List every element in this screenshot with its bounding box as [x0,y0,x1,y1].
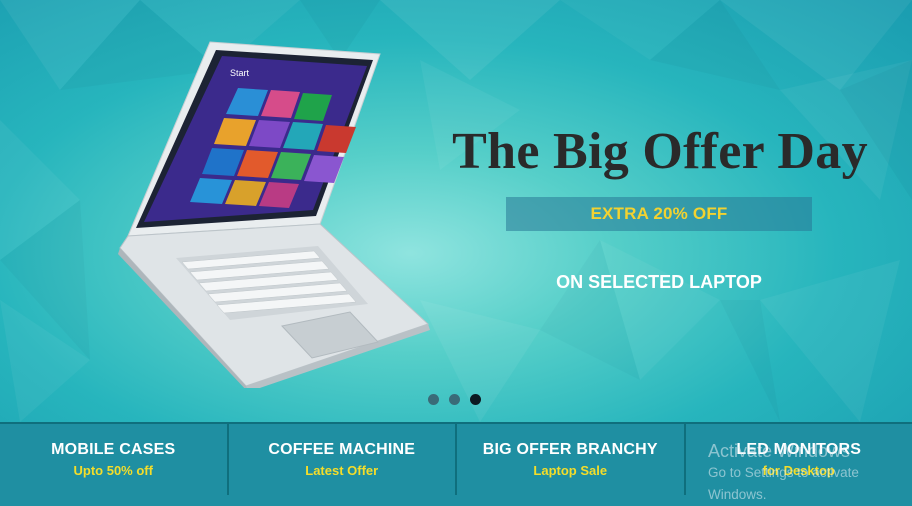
category-coffee-machine[interactable]: COFFEE MACHINE Latest Offer [229,424,458,495]
category-subtitle: Latest Offer [305,463,378,478]
offer-text: EXTRA 20% OFF [590,204,727,224]
category-title: BIG OFFER BRANCHY [483,441,658,459]
slider-dot-1[interactable] [428,394,439,405]
category-title: LED MONITORS [736,441,861,459]
slider-dots [428,394,481,405]
category-subtitle: for Desktop [763,463,835,478]
slider-dot-3[interactable] [470,394,481,405]
category-title: MOBILE CASES [51,441,175,459]
banner-subtext: ON SELECTED LAPTOP [506,272,812,293]
category-mobile-cases[interactable]: MOBILE CASES Upto 50% off [0,424,229,495]
slider-dot-2[interactable] [449,394,460,405]
laptop-image: Start acer [118,36,438,388]
banner-headline: The Big Offer Day [440,122,880,181]
category-led-monitors[interactable]: LED MONITORS for Desktop [686,424,912,495]
offer-badge: EXTRA 20% OFF [506,197,812,231]
screen-start-label: Start [230,68,250,78]
category-subtitle: Laptop Sale [533,463,607,478]
hero-banner[interactable]: Start acer The Big Offer Day EXTRA 20% O… [0,0,912,422]
category-big-offer-branchy[interactable]: BIG OFFER BRANCHY Laptop Sale [457,424,686,495]
category-subtitle: Upto 50% off [74,463,153,478]
category-bar: MOBILE CASES Upto 50% off COFFEE MACHINE… [0,422,912,495]
category-title: COFFEE MACHINE [268,441,415,459]
